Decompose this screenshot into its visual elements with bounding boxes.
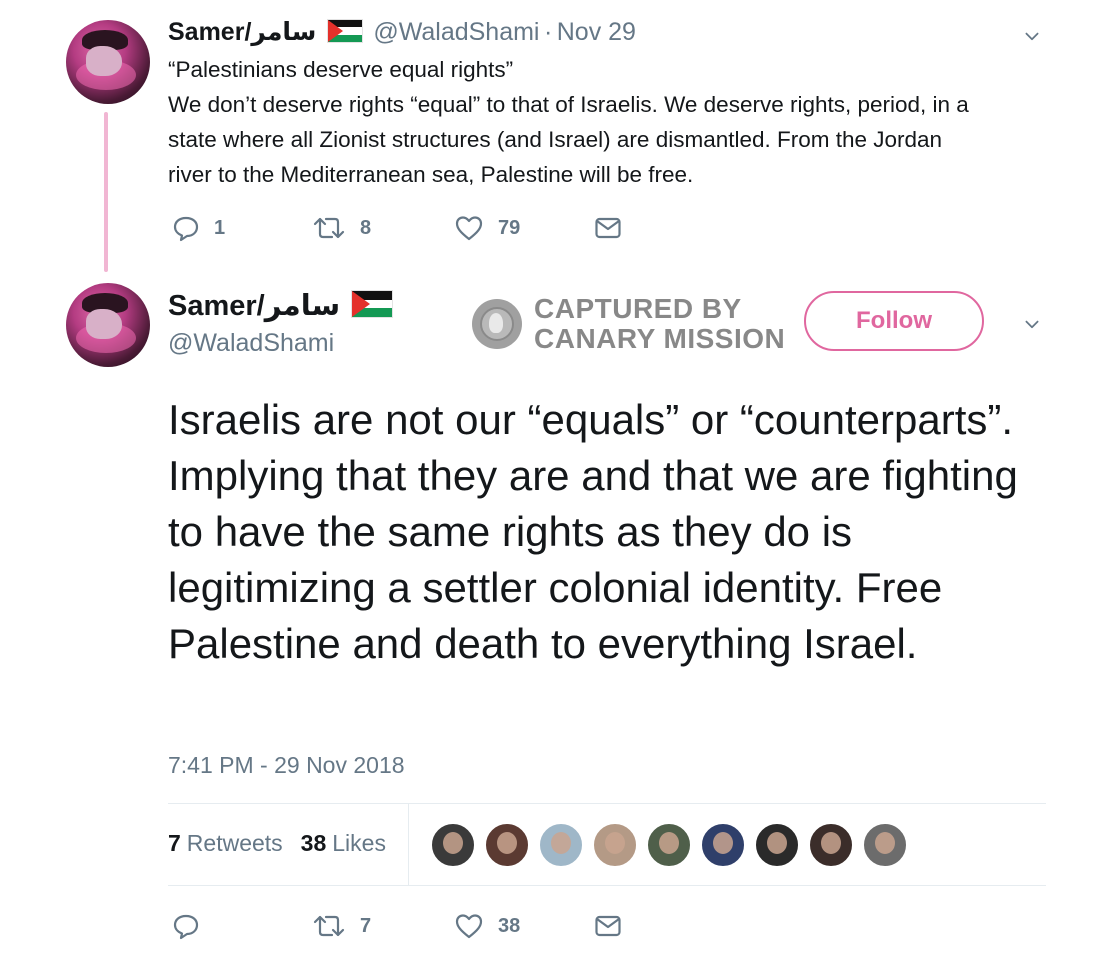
tweet1-header: Samer/سامر @WaladShami · Nov 29 [168, 17, 636, 47]
canary-logo-icon [472, 299, 522, 349]
chevron-down-icon[interactable] [1024, 316, 1040, 337]
tweet1-actions: 1 8 79 [172, 214, 632, 246]
retweet-button[interactable]: 8 [312, 214, 371, 242]
tweet2-actions: 7 38 [172, 912, 632, 944]
retweets-stat-count: 7 [168, 830, 181, 856]
watermark-line2: CANARY MISSION [534, 323, 786, 354]
reply-button[interactable]: 1 [172, 214, 225, 242]
retweets-stat[interactable]: 7 Retweets [168, 830, 283, 857]
like-count: 79 [498, 216, 521, 239]
tweet-text-line: We don’t deserve rights “equal” to that … [168, 92, 969, 117]
avatar[interactable] [66, 283, 150, 367]
tweet-text-line: state where all Zionist structures (and … [168, 127, 943, 152]
reply-count: 1 [214, 216, 226, 239]
heart-icon [455, 216, 483, 241]
chevron-down-icon[interactable] [1024, 28, 1040, 49]
stats-separator [408, 804, 409, 886]
liker-avatar[interactable] [484, 822, 530, 868]
liker-avatar[interactable] [862, 822, 908, 868]
retweet-icon [313, 915, 345, 937]
likes-stat-count: 38 [300, 830, 327, 856]
reply-button[interactable] [172, 912, 200, 940]
username[interactable]: @WaladShami [373, 18, 539, 46]
tweet-timestamp[interactable]: 7:41 PM - 29 Nov 2018 [168, 752, 405, 779]
envelope-icon [595, 915, 621, 937]
reply-icon [173, 914, 199, 940]
divider [168, 803, 1046, 804]
username[interactable]: @WaladShami [168, 329, 334, 358]
tweet2-name-row: Samer/سامر [168, 288, 393, 323]
retweets-stat-label: Retweets [186, 830, 283, 856]
message-button[interactable] [594, 214, 622, 242]
liker-avatar[interactable] [430, 822, 476, 868]
like-button[interactable]: 79 [454, 214, 520, 242]
tweet-text-line: “Palestinians deserve equal rights” [168, 57, 514, 82]
liker-avatar[interactable] [592, 822, 638, 868]
like-button[interactable]: 38 [454, 912, 520, 940]
tweet2-text: Israelis are not our “equals” or “counte… [168, 396, 1018, 667]
display-name[interactable]: Samer/سامر [168, 18, 316, 46]
reply-icon [173, 216, 199, 242]
like-count: 38 [498, 914, 521, 937]
divider [168, 885, 1046, 886]
liker-avatar[interactable] [754, 822, 800, 868]
palestine-flag-icon [326, 19, 363, 43]
message-button[interactable] [594, 912, 622, 940]
envelope-icon [595, 217, 621, 239]
liker-avatar[interactable] [538, 822, 584, 868]
watermark: CAPTURED BY CANARY MISSION [472, 294, 785, 354]
retweet-button[interactable]: 7 [312, 912, 371, 940]
avatar[interactable] [66, 20, 150, 104]
thread-connector [104, 112, 108, 272]
tweet1-text: “Palestinians deserve equal rights” We d… [168, 52, 1068, 192]
palestine-flag-icon [350, 290, 393, 318]
liker-avatar[interactable] [808, 822, 854, 868]
follow-button[interactable]: Follow [804, 291, 984, 351]
retweet-count: 8 [360, 216, 372, 239]
tweet-text-line: river to the Mediterranean sea, Palestin… [168, 162, 694, 187]
retweet-icon [313, 217, 345, 239]
watermark-line1: CAPTURED BY [534, 293, 742, 324]
retweet-count: 7 [360, 914, 372, 937]
liker-avatars [430, 822, 916, 868]
tweet-date[interactable]: Nov 29 [557, 18, 636, 46]
heart-icon [455, 914, 483, 939]
likes-stat-label: Likes [332, 830, 386, 856]
display-name[interactable]: Samer/سامر [168, 290, 340, 322]
likes-stat[interactable]: 38 Likes [301, 830, 386, 857]
separator-dot: · [543, 18, 553, 46]
liker-avatar[interactable] [700, 822, 746, 868]
tweet-stats: 7 Retweets 38 Likes [168, 830, 386, 857]
liker-avatar[interactable] [646, 822, 692, 868]
